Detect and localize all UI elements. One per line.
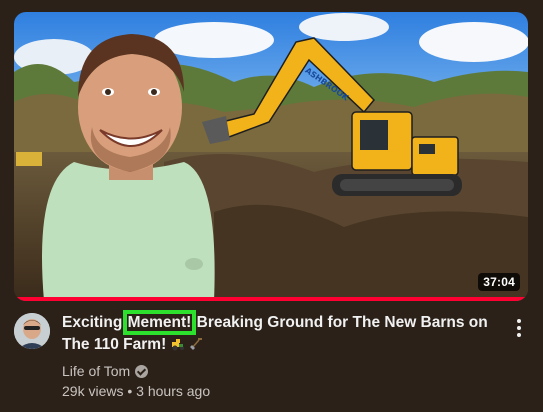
watch-progress-bar [14,297,528,301]
title-text-start: Exciting [62,314,127,331]
tractor-icon [171,336,185,358]
video-metadata: Exciting Mement! Breaking Ground for The… [62,310,502,399]
thumbnail-image: ASHBROOK [14,12,528,301]
channel-name-row[interactable]: Life of Tom [62,363,502,379]
view-count: 29k views [62,383,124,399]
kebab-dot [517,319,521,323]
video-title[interactable]: Exciting Mement! Breaking Ground for The… [62,310,502,358]
shovel-icon [189,336,203,358]
watch-progress-fill [14,297,528,301]
channel-avatar[interactable] [14,313,50,349]
channel-name[interactable]: Life of Tom [62,363,130,379]
verified-check-icon [135,364,149,378]
video-card: ASHBROOK 37:04 Exciting Mement! Breaking… [0,0,543,412]
kebab-dot [517,333,521,337]
avatar-image [14,313,50,349]
video-thumbnail[interactable]: ASHBROOK 37:04 [14,12,528,301]
duration-badge: 37:04 [478,273,520,291]
title-highlighted-word: Mement! [122,310,197,335]
upload-age: 3 hours ago [136,383,211,399]
stats-separator: • [127,383,133,399]
more-vert-icon[interactable] [509,316,529,340]
kebab-dot [517,326,521,330]
video-stats: 29k views • 3 hours ago [62,383,502,399]
